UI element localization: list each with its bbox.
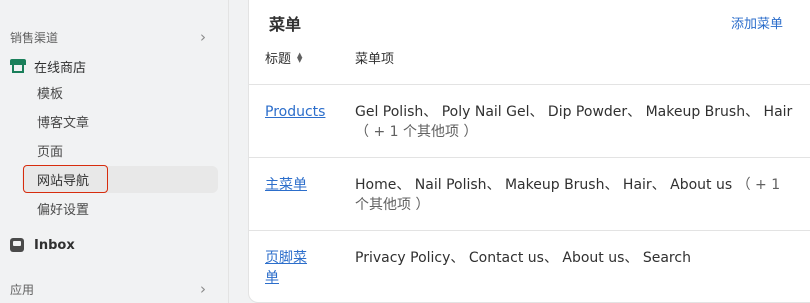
sidebar-item-inbox[interactable]: Inbox [10, 234, 75, 256]
highlight-box [23, 165, 108, 193]
sidebar-item-label: 偏好设置 [37, 203, 90, 218]
divider [249, 84, 810, 85]
store-icon [10, 59, 26, 73]
column-title-label: 标题 [265, 52, 292, 67]
sidebar-item-preferences[interactable]: 偏好设置 [22, 195, 218, 222]
sidebar-item-label: 页面 [37, 145, 64, 160]
menu-items-text: Gel Polish、 Poly Nail Gel、 Dip Powder、 M… [355, 102, 795, 142]
menu-link-footer-menu[interactable]: 页脚菜单 [265, 248, 317, 288]
sidebar: 销售渠道 › 在线商店 模板 博客文章 页面 网站导航 偏好设置 Inbox 应… [0, 0, 229, 303]
apps-label: 应用 [10, 282, 35, 297]
menus-card: 菜单 添加菜单 标题 ▲ ▼ 菜单项 Products Gel Polish、 P… [248, 0, 810, 303]
divider [249, 230, 810, 231]
divider [249, 157, 810, 158]
chevron-right-icon: › [200, 28, 206, 46]
menu-items-text: Privacy Policy、 Contact us、 About us、 Se… [355, 248, 795, 268]
online-store-label: 在线商店 [34, 60, 87, 76]
menu-items-text: Home、 Nail Polish、 Makeup Brush、 Hair、 A… [355, 175, 795, 215]
sort-icon: ▲ ▼ [297, 50, 303, 64]
menu-items: Home、 Nail Polish、 Makeup Brush、 Hair、 A… [355, 177, 733, 193]
sales-channels-label: 销售渠道 [10, 30, 59, 45]
menu-items: Privacy Policy、 Contact us、 About us、 Se… [355, 250, 691, 266]
apps-header[interactable]: 应用 › [10, 280, 206, 298]
column-items-label: 菜单项 [355, 52, 395, 67]
sidebar-item-online-store[interactable]: 在线商店 [10, 55, 86, 77]
inbox-label: Inbox [34, 237, 75, 253]
sales-channels-header[interactable]: 销售渠道 › [10, 28, 206, 46]
sidebar-item-themes[interactable]: 模板 [22, 79, 218, 106]
menu-link-products[interactable]: Products [265, 102, 325, 122]
chevron-right-icon: › [200, 280, 206, 298]
column-header-items: 菜单项 [355, 48, 394, 67]
sidebar-item-pages[interactable]: 页面 [22, 137, 218, 164]
sidebar-item-label: 博客文章 [37, 116, 90, 131]
add-menu-link[interactable]: 添加菜单 [731, 13, 783, 32]
sidebar-item-label: 模板 [37, 87, 64, 102]
inbox-icon [10, 238, 24, 252]
column-header-title[interactable]: 标题 ▲ ▼ [265, 48, 302, 67]
menu-link-main-menu[interactable]: 主菜单 [265, 175, 325, 195]
sidebar-item-blog-posts[interactable]: 博客文章 [22, 108, 218, 135]
card-title: 菜单 [269, 15, 302, 34]
menu-items: Gel Polish、 Poly Nail Gel、 Dip Powder、 M… [355, 104, 793, 120]
more-items: （ + 1 个其他项 ） [355, 124, 478, 140]
